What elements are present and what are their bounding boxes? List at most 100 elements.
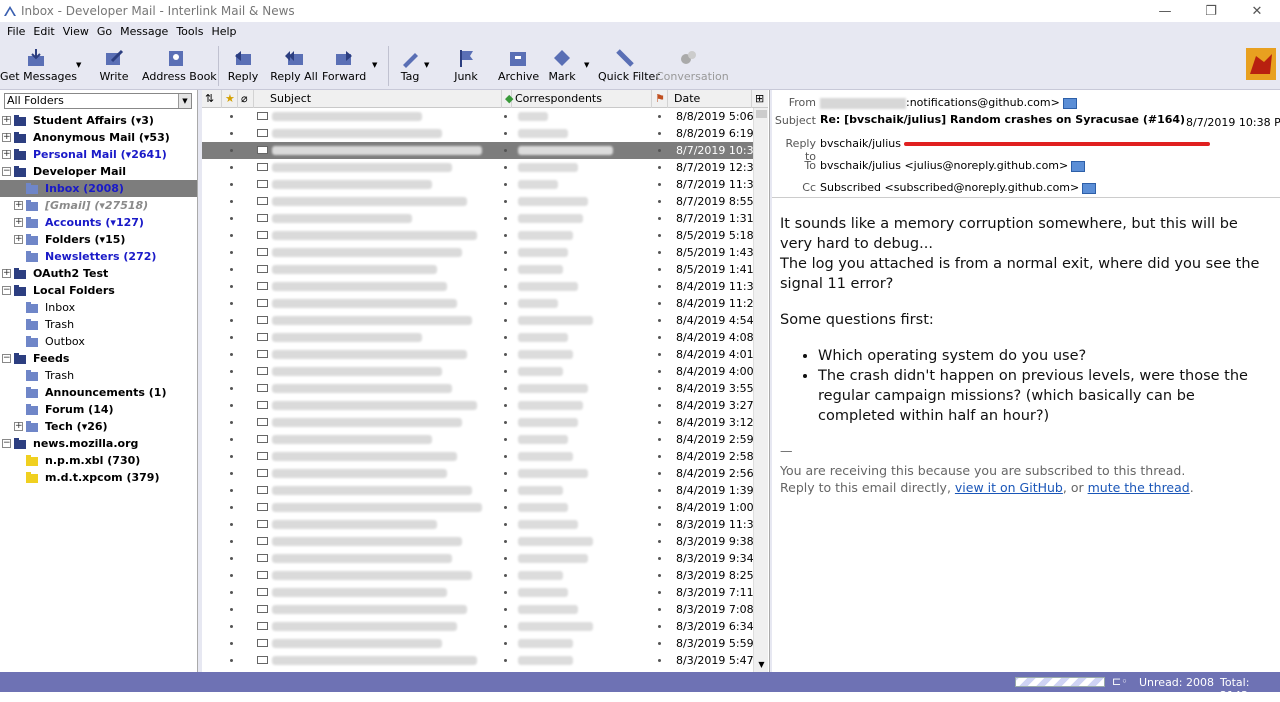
write-button[interactable]: Write <box>96 41 132 89</box>
table-row[interactable]: 8/7/2019 8:55... <box>202 193 764 210</box>
table-row[interactable]: 8/4/2019 11:2... <box>202 295 764 312</box>
menu-edit[interactable]: Edit <box>33 25 54 38</box>
expand-icon[interactable]: + <box>14 235 23 244</box>
table-row[interactable]: 8/4/2019 1:00... <box>202 499 764 516</box>
subject-column-header[interactable]: Subject <box>254 90 502 108</box>
get-messages-button[interactable]: Get Messages <box>0 41 77 89</box>
address-book-button[interactable]: Address Book <box>142 41 217 89</box>
folder-item[interactable]: Forum (14) <box>0 401 197 418</box>
folder-item[interactable]: Outbox <box>0 333 197 350</box>
folder-item[interactable]: Trash <box>0 367 197 384</box>
collapse-icon[interactable]: − <box>2 354 11 363</box>
expand-icon[interactable]: + <box>14 201 23 210</box>
table-row[interactable]: 8/3/2019 8:25... <box>202 567 764 584</box>
menu-tools[interactable]: Tools <box>176 25 203 38</box>
correspondents-column-header[interactable]: Correspondents <box>512 90 652 108</box>
table-row[interactable]: 8/7/2019 11:3... <box>202 176 764 193</box>
folder-item[interactable]: + OAuth2 Test <box>0 265 197 282</box>
flag-column-icon[interactable]: ⚑ <box>652 90 668 108</box>
folder-item[interactable]: n.p.m.xbl (730) <box>0 452 197 469</box>
tag-dropdown[interactable]: ▼ <box>422 41 434 89</box>
minimize-button[interactable]: — <box>1142 0 1188 22</box>
mark-button[interactable]: Mark <box>546 41 578 89</box>
table-row[interactable]: 8/3/2019 6:34... <box>202 618 764 635</box>
table-row[interactable]: 8/4/2019 4:01... <box>202 346 764 363</box>
mark-dropdown[interactable]: ▼ <box>582 41 594 89</box>
maximize-button[interactable]: ❐ <box>1188 0 1234 22</box>
folder-item[interactable]: Inbox <box>0 299 197 316</box>
star-column-icon[interactable]: ★ <box>222 90 238 108</box>
expand-icon[interactable]: + <box>2 133 11 142</box>
folder-item[interactable]: + Accounts (▾127) <box>0 214 197 231</box>
expand-icon[interactable]: + <box>2 150 11 159</box>
contact-card-icon[interactable] <box>1062 97 1077 109</box>
folder-item[interactable]: + Folders (▾15) <box>0 231 197 248</box>
folder-item[interactable]: − Local Folders <box>0 282 197 299</box>
quick-filter-button[interactable]: Quick Filter <box>598 41 660 89</box>
folder-item[interactable]: − Feeds <box>0 350 197 367</box>
scrollbar-thumb[interactable] <box>756 110 767 118</box>
expand-icon[interactable]: + <box>14 218 23 227</box>
online-status-icon[interactable]: ⊏◦ <box>1112 675 1128 688</box>
folder-mode-select[interactable]: All Folders ▼ <box>4 93 192 109</box>
junk-button[interactable]: Junk <box>450 41 482 89</box>
table-row[interactable]: 8/7/2019 10:3... <box>202 142 764 159</box>
folder-item[interactable]: m.d.t.xpcom (379) <box>0 469 197 486</box>
menu-message[interactable]: Message <box>120 25 168 38</box>
conversation-button[interactable]: Conversation <box>656 41 729 89</box>
reply-button[interactable]: Reply <box>224 41 262 89</box>
table-row[interactable]: 8/4/2019 2:56... <box>202 465 764 482</box>
message-list-scrollbar[interactable]: ▼ <box>753 108 768 672</box>
menu-help[interactable]: Help <box>211 25 236 38</box>
chevron-down-icon[interactable]: ▼ <box>178 94 191 108</box>
folder-item[interactable]: Inbox (2008) <box>0 180 197 197</box>
table-row[interactable]: 8/4/2019 3:12... <box>202 414 764 431</box>
folder-item[interactable]: Newsletters (272) <box>0 248 197 265</box>
folder-item[interactable]: − Developer Mail <box>0 163 197 180</box>
collapse-icon[interactable]: − <box>2 286 11 295</box>
table-row[interactable]: 8/3/2019 11:3... <box>202 516 764 533</box>
attachment-column-icon[interactable]: ⌀ <box>238 90 254 108</box>
from-value[interactable]: :notifications@github.com> <box>820 96 1077 109</box>
expand-icon[interactable]: + <box>14 422 23 431</box>
collapse-icon[interactable]: − <box>2 167 11 176</box>
table-row[interactable]: 8/4/2019 11:3... <box>202 278 764 295</box>
table-row[interactable]: 8/8/2019 6:19... <box>202 125 764 142</box>
scroll-down-icon[interactable]: ▼ <box>754 658 769 672</box>
contact-card-icon[interactable] <box>1082 182 1097 194</box>
table-row[interactable]: 8/4/2019 3:27... <box>202 397 764 414</box>
folder-item[interactable]: Trash <box>0 316 197 333</box>
view-on-github-link[interactable]: view it on GitHub <box>955 480 1063 495</box>
table-row[interactable]: 8/3/2019 7:11... <box>202 584 764 601</box>
expand-icon[interactable]: + <box>2 269 11 278</box>
table-row[interactable]: 8/3/2019 7:08... <box>202 601 764 618</box>
column-picker-icon[interactable]: ⊞ <box>752 90 768 108</box>
date-column-header[interactable]: Date <box>668 90 752 108</box>
table-row[interactable]: 8/7/2019 1:31... <box>202 210 764 227</box>
folder-item[interactable]: + Personal Mail (▾2641) <box>0 146 197 163</box>
to-value[interactable]: bvschaik/julius <julius@noreply.github.c… <box>820 159 1086 172</box>
table-row[interactable]: 8/8/2019 5:06... <box>202 108 764 125</box>
reply-to-value[interactable]: bvschaik/julius <box>820 137 1211 150</box>
folder-item[interactable]: + Anonymous Mail (▾53) <box>0 129 197 146</box>
table-row[interactable]: 8/4/2019 4:08... <box>202 329 764 346</box>
folder-item[interactable]: Announcements (1) <box>0 384 197 401</box>
table-row[interactable]: 8/5/2019 1:43... <box>202 244 764 261</box>
table-row[interactable]: 8/3/2019 9:34... <box>202 550 764 567</box>
table-row[interactable]: 8/4/2019 1:39... <box>202 482 764 499</box>
folder-item[interactable]: + Tech (▾26) <box>0 418 197 435</box>
table-row[interactable]: 8/4/2019 4:54... <box>202 312 764 329</box>
table-row[interactable]: 8/7/2019 12:3... <box>202 159 764 176</box>
close-button[interactable]: ✕ <box>1234 0 1280 22</box>
contact-card-icon[interactable] <box>1071 160 1086 172</box>
table-row[interactable]: 8/3/2019 9:38... <box>202 533 764 550</box>
menu-go[interactable]: Go <box>97 25 112 38</box>
table-row[interactable]: 8/4/2019 3:55... <box>202 380 764 397</box>
archive-button[interactable]: Archive <box>498 41 539 89</box>
reply-all-button[interactable]: Reply All <box>270 41 318 89</box>
thread-column-icon[interactable]: ⇅ <box>202 90 222 108</box>
mute-thread-link[interactable]: mute the thread <box>1088 480 1190 495</box>
table-row[interactable]: 8/5/2019 5:18... <box>202 227 764 244</box>
table-row[interactable]: 8/4/2019 4:00... <box>202 363 764 380</box>
table-row[interactable]: 8/3/2019 5:59... <box>202 635 764 652</box>
